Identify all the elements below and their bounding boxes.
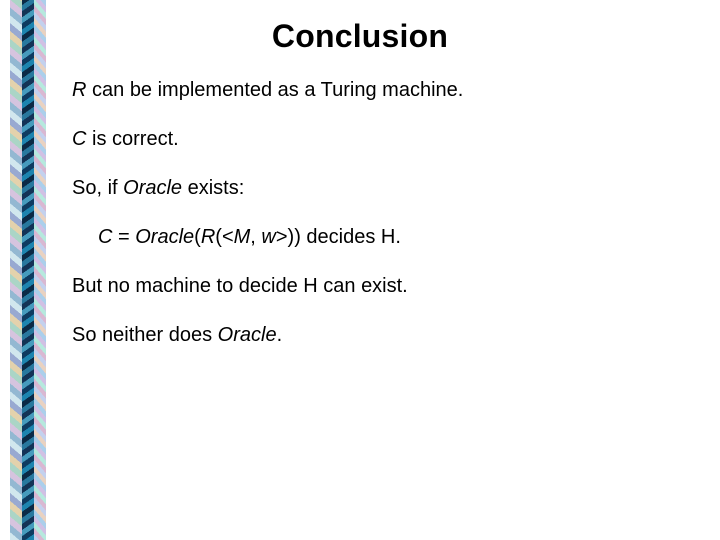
line-4: C = Oracle(R(<M, w>)) decides H. <box>72 225 680 250</box>
var-Oracle: Oracle <box>218 324 277 346</box>
slide-body: R can be implemented as a Turing machine… <box>72 78 680 372</box>
line-4-suffix: >)) decides H. <box>276 226 401 248</box>
side-band-column <box>34 0 46 540</box>
var-R: R <box>72 79 86 101</box>
comma: , <box>250 226 261 248</box>
var-Oracle: Oracle <box>123 177 182 199</box>
line-3: So, if Oracle exists: <box>72 176 680 201</box>
line-1-text: can be implemented as a Turing machine. <box>86 79 463 101</box>
var-C: C <box>98 226 112 248</box>
var-C: C <box>72 128 86 150</box>
var-R: R <box>201 226 215 248</box>
side-band-column <box>22 0 34 540</box>
line-6: So neither does Oracle. <box>72 323 680 348</box>
var-M: M <box>234 226 251 248</box>
side-band-column <box>10 0 22 540</box>
line-6-prefix: So neither does <box>72 324 218 346</box>
slide: Conclusion R can be implemented as a Tur… <box>0 0 720 540</box>
slide-title: Conclusion <box>0 18 720 55</box>
paren-open: ( <box>194 226 201 248</box>
var-w: w <box>261 226 275 248</box>
eq-sign: = <box>112 226 135 248</box>
angle-open: (< <box>215 226 233 248</box>
decorative-side-band <box>10 0 46 540</box>
line-1: R can be implemented as a Turing machine… <box>72 78 680 103</box>
line-2-text: is correct. <box>86 128 178 150</box>
line-5: But no machine to decide H can exist. <box>72 274 680 299</box>
var-Oracle: Oracle <box>135 226 194 248</box>
line-3-suffix: exists: <box>182 177 244 199</box>
line-2: C is correct. <box>72 127 680 152</box>
line-6-suffix: . <box>277 324 283 346</box>
line-3-prefix: So, if <box>72 177 123 199</box>
